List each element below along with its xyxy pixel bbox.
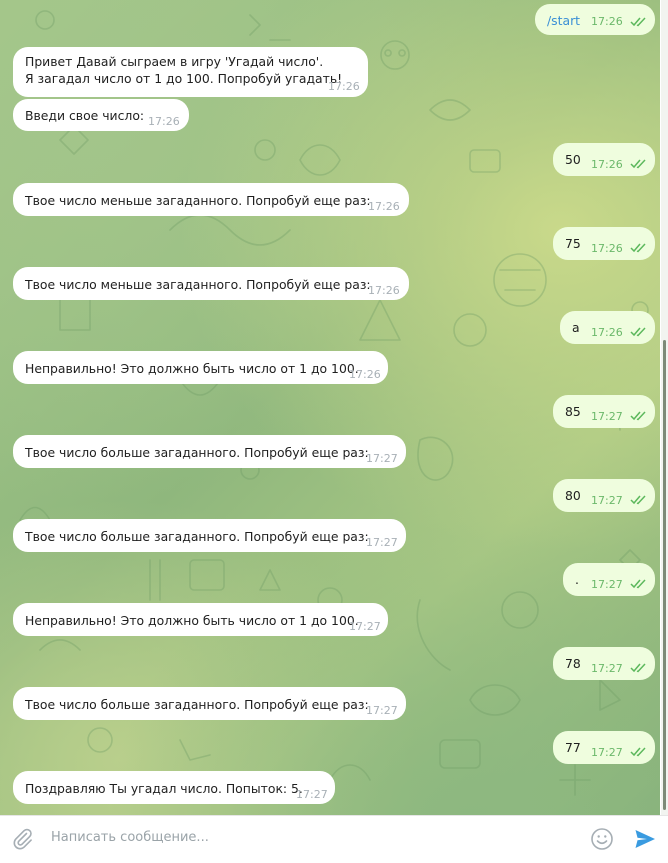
message-text: а xyxy=(572,320,580,335)
message-bubble-incoming: Привет Давай сыграем в игру 'Угадай числ… xyxy=(13,47,368,97)
message-bubble-incoming: Поздравляю Ты угадал число. Попыток: 5. … xyxy=(13,771,335,804)
message-text: Твое число больше загаданного. Попробуй … xyxy=(25,445,369,460)
message-bubble-outgoing: а 17:26 xyxy=(560,311,655,344)
message-time: 17:26 xyxy=(328,80,360,93)
message-bubble-outgoing: /start 17:26 xyxy=(535,4,655,35)
message-bubble-incoming: Введи свое число: 17:26 xyxy=(13,99,189,131)
message-text: Твое число больше загаданного. Попробуй … xyxy=(25,529,369,544)
scrollbar[interactable] xyxy=(661,0,668,815)
message-time: 17:27 xyxy=(349,620,381,633)
message-bubble-outgoing: 85 17:27 xyxy=(553,395,655,428)
double-check-icon xyxy=(630,579,646,589)
message-time: 17:26 xyxy=(591,158,623,171)
message-text: 50 xyxy=(565,152,581,167)
message-bubble-incoming: Неправильно! Это должно быть число от 1 … xyxy=(13,603,388,636)
message-time: 17:27 xyxy=(591,662,623,675)
message-text: 85 xyxy=(565,404,581,419)
send-arrow-icon[interactable] xyxy=(633,827,657,851)
message-time: 17:27 xyxy=(591,746,623,759)
message-bubble-outgoing: 77 17:27 xyxy=(553,731,655,764)
double-check-icon xyxy=(630,159,646,169)
message-time: 17:27 xyxy=(366,452,398,465)
smiley-icon[interactable] xyxy=(590,827,614,851)
double-check-icon xyxy=(630,243,646,253)
double-check-icon xyxy=(630,17,646,27)
message-time: 17:26 xyxy=(368,200,400,213)
message-text: Неправильно! Это должно быть число от 1 … xyxy=(25,613,359,628)
message-text: Введи свое число: xyxy=(25,108,145,123)
double-check-icon xyxy=(630,327,646,337)
message-line: Привет Давай сыграем в игру 'Угадай числ… xyxy=(25,54,324,69)
scrollbar-thumb[interactable] xyxy=(663,340,666,810)
message-bubble-incoming: Твое число больше загаданного. Попробуй … xyxy=(13,519,406,552)
message-bubble-incoming: Неправильно! Это должно быть число от 1 … xyxy=(13,351,388,384)
message-bubble-outgoing: 75 17:26 xyxy=(553,227,655,260)
message-text: . xyxy=(575,572,579,587)
message-composer: Написать сообщение... xyxy=(0,815,668,863)
message-time: 17:26 xyxy=(349,368,381,381)
double-check-icon xyxy=(630,411,646,421)
double-check-icon xyxy=(630,663,646,673)
double-check-icon xyxy=(630,747,646,757)
message-text: Твое число меньше загаданного. Попробуй … xyxy=(25,193,371,208)
message-text: 75 xyxy=(565,236,581,251)
message-time: 17:26 xyxy=(591,326,623,339)
message-time: 17:26 xyxy=(591,15,623,28)
message-bubble-incoming: Твое число меньше загаданного. Попробуй … xyxy=(13,183,409,216)
message-time: 17:27 xyxy=(366,704,398,717)
message-time: 17:27 xyxy=(366,536,398,549)
message-text: 80 xyxy=(565,488,581,503)
paperclip-icon[interactable] xyxy=(10,827,34,851)
message-bubble-outgoing: . 17:27 xyxy=(563,563,655,596)
message-text: Привет Давай сыграем в игру 'Угадай числ… xyxy=(25,53,342,87)
message-text: Твое число больше загаданного. Попробуй … xyxy=(25,697,369,712)
message-text: 78 xyxy=(565,656,581,671)
message-time: 17:26 xyxy=(591,242,623,255)
message-bubble-outgoing: 78 17:27 xyxy=(553,647,655,680)
message-line: Я загадал число от 1 до 100. Попробуй уг… xyxy=(25,71,343,86)
message-text: 77 xyxy=(565,740,581,755)
message-text: Твое число меньше загаданного. Попробуй … xyxy=(25,277,371,292)
message-time: 17:27 xyxy=(296,788,328,801)
message-bubble-incoming: Твое число меньше загаданного. Попробуй … xyxy=(13,267,409,300)
bot-command-link[interactable]: /start xyxy=(547,12,580,29)
message-bubble-incoming: Твое число больше загаданного. Попробуй … xyxy=(13,435,406,468)
message-bubble-outgoing: 50 17:26 xyxy=(553,143,655,176)
double-check-icon xyxy=(630,495,646,505)
message-text: Поздравляю Ты угадал число. Попыток: 5. xyxy=(25,781,303,796)
message-time: 17:27 xyxy=(591,494,623,507)
message-time: 17:26 xyxy=(368,284,400,297)
message-time: 17:26 xyxy=(148,115,180,128)
message-time: 17:27 xyxy=(591,410,623,423)
message-bubble-outgoing: 80 17:27 xyxy=(553,479,655,512)
message-bubble-incoming: Твое число больше загаданного. Попробуй … xyxy=(13,687,406,720)
message-text: Неправильно! Это должно быть число от 1 … xyxy=(25,361,359,376)
chat-area[interactable]: /start 17:26 Привет Давай сыграем в игру… xyxy=(0,0,660,815)
message-time: 17:27 xyxy=(591,578,623,591)
message-input[interactable]: Написать сообщение... xyxy=(51,830,209,845)
